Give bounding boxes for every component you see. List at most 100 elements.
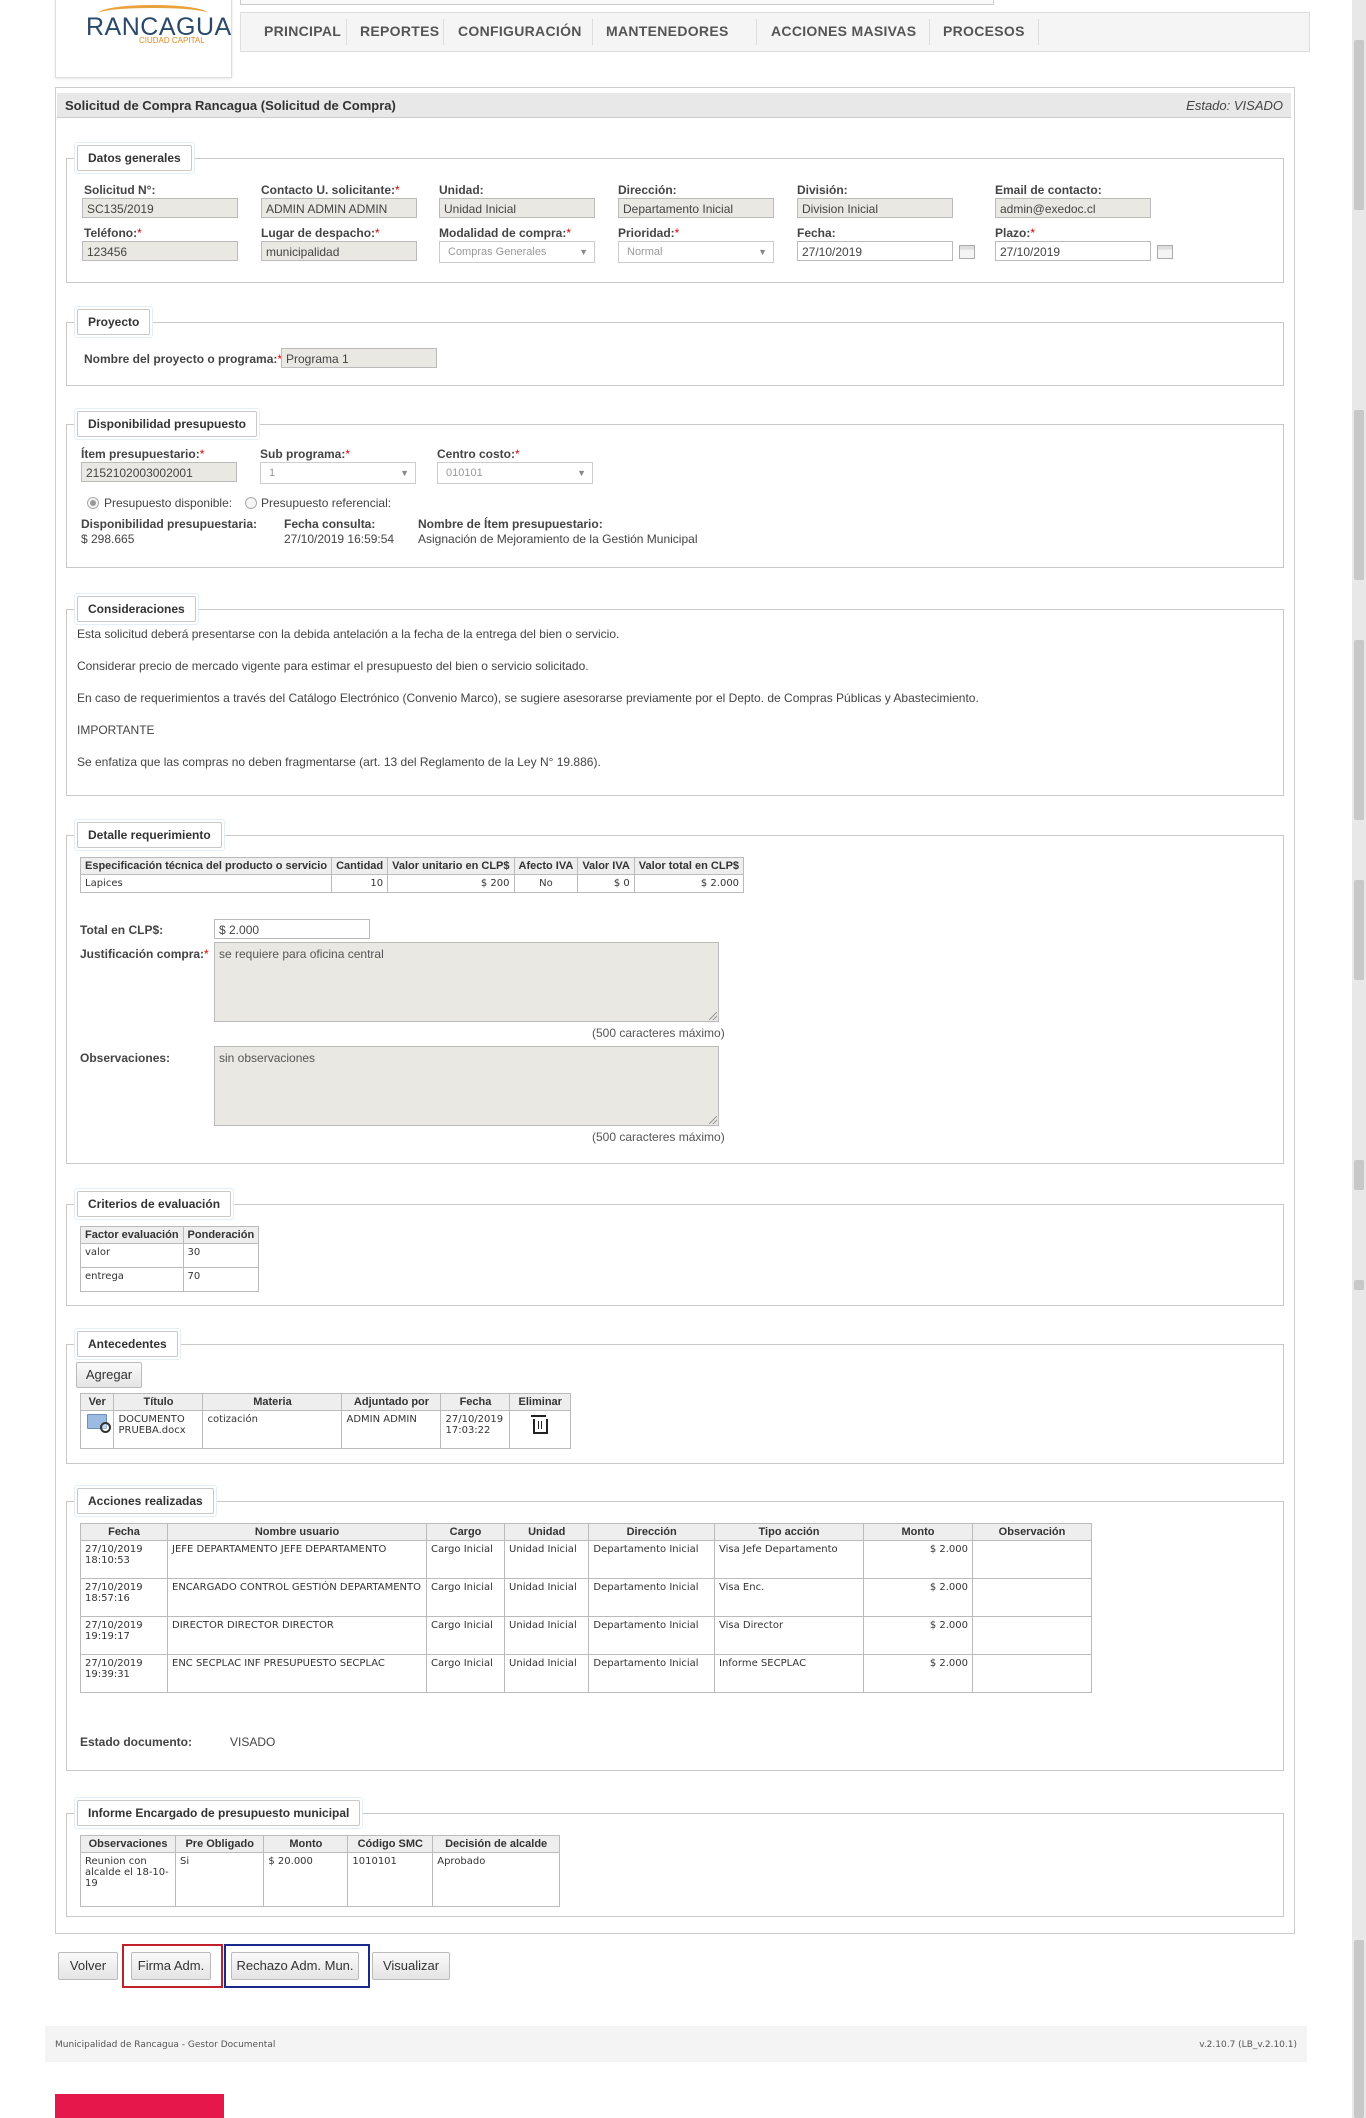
observaciones-textarea[interactable]: sin observaciones: [214, 1046, 719, 1126]
consideracion-line: Esta solicitud deberá presentarse con la…: [77, 627, 620, 641]
agregar-button[interactable]: Agregar: [76, 1362, 142, 1388]
column-header: Afecto IVA: [513, 857, 579, 875]
modalidad-select[interactable]: Compras Generales ▼: [439, 241, 595, 263]
criterios-section: Criterios de evaluación Factor evaluació…: [66, 1188, 1284, 1306]
table-cell: Reunion con alcalde el 18-10-19: [80, 1852, 176, 1907]
estado-documento-label: Estado documento:: [80, 1735, 193, 1749]
header: RANCAGUA CIUDAD CAPITAL PRINCIPAL REPORT…: [0, 0, 1310, 78]
presupuesto-legend: Disponibilidad presupuesto: [73, 408, 261, 440]
column-header: Cargo: [425, 1523, 506, 1541]
solicitud-field: SC135/2019: [82, 198, 238, 218]
contacto-field: ADMIN ADMIN ADMIN: [261, 198, 417, 218]
view-document-icon[interactable]: [87, 1414, 112, 1433]
scrollbar-thumb[interactable]: [1354, 1280, 1364, 1290]
scrollbar-thumb[interactable]: [1354, 1160, 1364, 1190]
table-cell: Visa Enc.: [714, 1578, 864, 1617]
total-label: Total en CLP$:: [80, 923, 164, 937]
table-cell: $ 2.000: [863, 1540, 973, 1579]
subprograma-select[interactable]: 1 ▼: [260, 462, 416, 484]
table-cell: Unidad Inicial: [504, 1654, 590, 1693]
detalle-section: Detalle requerimiento Especificación téc…: [66, 819, 1284, 1164]
resize-grip-icon[interactable]: [709, 1012, 717, 1020]
fecha-consulta-label: Fecha consulta:: [284, 517, 376, 531]
table-cell: [972, 1578, 1092, 1617]
consideracion-line: Considerar precio de mercado vigente par…: [77, 659, 589, 673]
justificacion-textarea[interactable]: se requiere para oficina central: [214, 942, 719, 1022]
nav-acciones-masivas[interactable]: ACCIONES MASIVAS: [756, 13, 931, 51]
chevron-down-icon: ▼: [579, 247, 588, 257]
table-row: valor 30: [80, 1243, 260, 1268]
status-text: Estado: VISADO: [1186, 98, 1283, 113]
table-cell: DIRECTOR DIRECTOR DIRECTOR: [167, 1616, 427, 1655]
table-header-row: Factor evaluación Ponderación: [80, 1226, 260, 1244]
table-row: Reunion con alcalde el 18-10-19 Si $ 20.…: [80, 1852, 560, 1907]
informe-section: Informe Encargado de presupuesto municip…: [66, 1797, 1284, 1917]
nav-procesos[interactable]: PROCESOS: [928, 13, 1040, 51]
table-row: 27/10/2019 18:57:16 ENCARGADO CONTROL GE…: [80, 1578, 1092, 1617]
consideraciones-legend: Consideraciones: [74, 593, 199, 625]
lugar-field: municipalidad: [261, 241, 417, 261]
fecha-field[interactable]: 27/10/2019: [797, 241, 953, 261]
nav-mantenedores[interactable]: MANTENEDORES: [591, 13, 744, 51]
table-row: Lapices 10 $ 200 No $ 0 $ 2.000: [79, 874, 745, 893]
calendar-icon[interactable]: [1157, 245, 1173, 259]
table-cell: Lapices: [79, 874, 333, 893]
radio-presupuesto-referencial[interactable]: [245, 497, 257, 509]
solicitud-label: Solicitud N°:: [84, 183, 156, 197]
table-cell: Departamento Inicial: [588, 1540, 715, 1579]
scrollbar-thumb[interactable]: [1354, 1940, 1364, 2118]
column-header: Adjuntado por: [341, 1393, 442, 1411]
calendar-icon[interactable]: [959, 245, 975, 259]
plazo-field[interactable]: 27/10/2019: [995, 241, 1151, 261]
volver-button[interactable]: Volver: [58, 1952, 118, 1980]
trash-icon[interactable]: [530, 1415, 548, 1434]
visualizar-button[interactable]: Visualizar: [372, 1952, 450, 1980]
footer: Municipalidad de Rancagua - Gestor Docum…: [45, 2026, 1307, 2062]
view-cell[interactable]: [79, 1410, 115, 1449]
table-cell: Visa Jefe Departamento: [714, 1540, 864, 1579]
column-header: Observaciones: [80, 1835, 176, 1853]
table-header-row: Observaciones Pre Obligado Monto Código …: [80, 1835, 560, 1853]
rechazo-adm-mun-button[interactable]: Rechazo Adm. Mun.: [231, 1952, 359, 1980]
nav-principal[interactable]: PRINCIPAL: [249, 13, 356, 51]
scrollbar-thumb[interactable]: [1354, 410, 1364, 580]
scrollbar-thumb[interactable]: [1354, 640, 1364, 820]
table-cell: JEFE DEPARTAMENTO JEFE DEPARTAMENTO: [167, 1540, 427, 1579]
column-header: Valor IVA: [577, 857, 635, 875]
delete-cell[interactable]: [509, 1410, 571, 1449]
resize-grip-icon[interactable]: [709, 1116, 717, 1124]
main-nav: PRINCIPAL REPORTES CONFIGURACIÓN MANTENE…: [240, 12, 1310, 52]
table-cell: Aprobado: [432, 1852, 560, 1907]
title-bar: Solicitud de Compra Rancagua (Solicitud …: [57, 93, 1291, 118]
footer-text: Municipalidad de Rancagua - Gestor Docum…: [55, 2040, 276, 2050]
nav-configuracion[interactable]: CONFIGURACIÓN: [443, 13, 597, 51]
table-cell: 30: [182, 1243, 260, 1268]
consideraciones-section: Consideraciones Esta solicitud deberá pr…: [66, 593, 1284, 796]
table-row: DOCUMENTO PRUEBA.docx cotización ADMIN A…: [79, 1410, 571, 1449]
prioridad-select[interactable]: Normal ▼: [618, 241, 774, 263]
document-panel: Solicitud de Compra Rancagua (Solicitud …: [55, 87, 1295, 1934]
radio-presupuesto-disponible[interactable]: [87, 497, 99, 509]
criterios-table: Factor evaluación Ponderación valor 30 e…: [80, 1226, 260, 1292]
email-field: admin@exedoc.cl: [995, 198, 1151, 218]
column-header: Cantidad: [331, 857, 389, 875]
table-cell: Departamento Inicial: [588, 1654, 715, 1693]
consideracion-line: IMPORTANTE: [77, 723, 155, 737]
scrollbar[interactable]: [1352, 0, 1366, 2118]
item-label: Ítem presupuestario:*: [81, 447, 205, 461]
table-cell: ADMIN ADMIN: [341, 1410, 442, 1449]
detalle-table: Especificación técnica del producto o se…: [79, 857, 745, 893]
nav-reportes[interactable]: REPORTES: [345, 13, 454, 51]
table-cell: Departamento Inicial: [588, 1616, 715, 1655]
centro-costo-select[interactable]: 010101 ▼: [437, 462, 593, 484]
table-cell: 27/10/2019 18:10:53: [80, 1540, 168, 1579]
firma-adm-button[interactable]: Firma Adm.: [131, 1952, 211, 1980]
logo[interactable]: RANCAGUA CIUDAD CAPITAL: [55, 0, 232, 78]
table-cell: Unidad Inicial: [504, 1540, 590, 1579]
table-cell: 70: [182, 1267, 260, 1292]
scrollbar-thumb[interactable]: [1354, 880, 1364, 980]
acciones-section: Acciones realizadas Fecha Nombre usuario…: [66, 1485, 1284, 1771]
nombre-item-value: Asignación de Mejoramiento de la Gestión…: [418, 532, 698, 546]
column-header: Fecha: [440, 1393, 511, 1411]
scrollbar-thumb[interactable]: [1354, 40, 1364, 210]
